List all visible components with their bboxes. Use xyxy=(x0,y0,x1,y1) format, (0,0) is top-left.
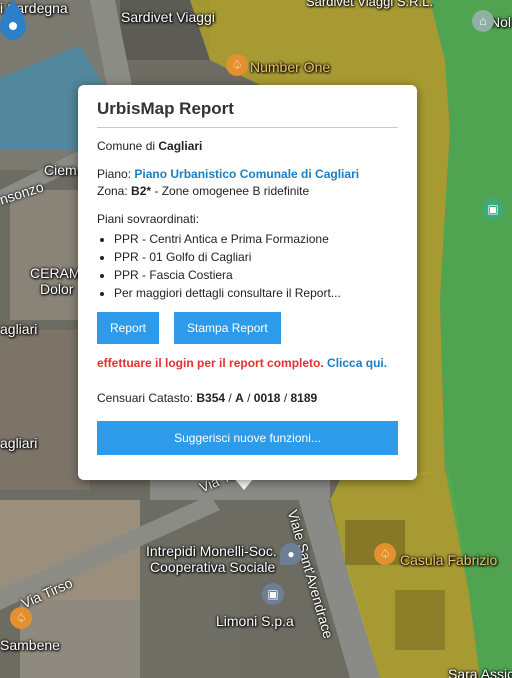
suggest-features-button[interactable]: Suggerisci nuove funzioni... xyxy=(97,421,398,455)
map-label-number-one: Number One xyxy=(250,59,331,75)
map-label-sambene: Sambene xyxy=(0,637,60,653)
piani-item: PPR - Fascia Costiera xyxy=(114,266,398,284)
report-button[interactable]: Report xyxy=(97,312,160,344)
piani-list: PPR - Centri Antica e Prima Formazione P… xyxy=(97,230,398,302)
catasto-particella: 0018 xyxy=(253,391,281,405)
piano-label: Piano: xyxy=(97,167,135,181)
map-label-sardivet-viaggi-srl: Sardivet Viaggi S.R.L. xyxy=(306,0,433,9)
comune-line: Comune di Cagliari xyxy=(97,138,398,155)
piani-item: PPR - 01 Golfo di Cagliari xyxy=(114,248,398,266)
catasto-separator: / xyxy=(243,391,254,405)
fork-knife-icon[interactable]: ♤ xyxy=(10,607,32,629)
catasto-line: Censuari Catasto: B354 / A / 0018 / 8189 xyxy=(97,390,398,407)
map-label-sardivet-viaggi: Sardivet Viaggi xyxy=(121,9,215,25)
selected-location-marker-icon[interactable] xyxy=(0,0,26,40)
shopping-bag-icon[interactable]: ▣ xyxy=(482,198,504,220)
map-label-intrepidi-1: Intrepidi Monelli-Soc. xyxy=(146,543,277,559)
map-label-cagliari-fragment: agliari xyxy=(0,321,38,337)
museum-icon[interactable]: ⌂ xyxy=(472,10,494,32)
map-label-ciem: Ciem xyxy=(44,162,77,178)
zona-label: Zona: xyxy=(97,184,132,198)
catasto-subalterno: 8189 xyxy=(290,391,318,405)
catasto-foglio: B354 xyxy=(196,391,226,405)
location-pin-icon[interactable]: ● xyxy=(280,543,302,565)
stampa-report-button[interactable]: Stampa Report xyxy=(174,312,281,344)
map-label-limoni: Limoni S.p.a xyxy=(216,613,294,629)
map-label-sara-assicur: Sara Assicur xyxy=(448,666,512,678)
comune-name: Cagliari xyxy=(158,139,203,153)
piani-item: PPR - Centri Antica e Prima Formazione xyxy=(114,230,398,248)
report-popup: UrbisMap Report Comune di Cagliari Piano… xyxy=(78,85,417,480)
map-label-cerame: CERAM xyxy=(30,265,81,281)
catasto-separator: / xyxy=(225,391,236,405)
zona-description: - Zone omogenee B ridefinite xyxy=(151,184,310,198)
map-label-intrepidi-2: Cooperativa Sociale xyxy=(150,559,276,575)
piani-header: Piani sovraordinati: xyxy=(97,212,200,226)
comune-label: Comune di xyxy=(97,139,159,153)
map-label-dolor: Dolor xyxy=(40,281,74,297)
fork-knife-icon[interactable]: ♤ xyxy=(226,54,248,76)
map-label-cagliari-fragment-2: agliari xyxy=(0,435,38,451)
catasto-label: Censuari Catasto: xyxy=(97,391,197,405)
zona-code: B2* xyxy=(131,184,152,198)
login-link[interactable]: Clicca qui. xyxy=(327,356,387,370)
login-warning-text: effettuare il login per il report comple… xyxy=(97,356,324,370)
piani-item: Per maggiori dettagli consultare il Repo… xyxy=(114,284,398,302)
popup-title: UrbisMap Report xyxy=(97,99,234,118)
shopping-bag-icon[interactable]: ▣ xyxy=(262,583,284,605)
catasto-separator: / xyxy=(280,391,291,405)
catasto-sezione: A xyxy=(235,391,244,405)
piano-line: Piano: Piano Urbanistico Comunale di Cag… xyxy=(97,166,398,183)
zona-line: Zona: B2* - Zone omogenee B ridefinite xyxy=(97,183,398,200)
login-warning: effettuare il login per il report comple… xyxy=(97,356,398,370)
piano-link[interactable]: Piano Urbanistico Comunale di Cagliari xyxy=(134,167,359,181)
report-button-row: Report Stampa Report xyxy=(97,312,398,344)
fork-knife-icon[interactable]: ♤ xyxy=(374,543,396,565)
popup-divider xyxy=(97,127,398,128)
map-label-casula-fabrizio: Casula Fabrizio xyxy=(400,552,498,568)
